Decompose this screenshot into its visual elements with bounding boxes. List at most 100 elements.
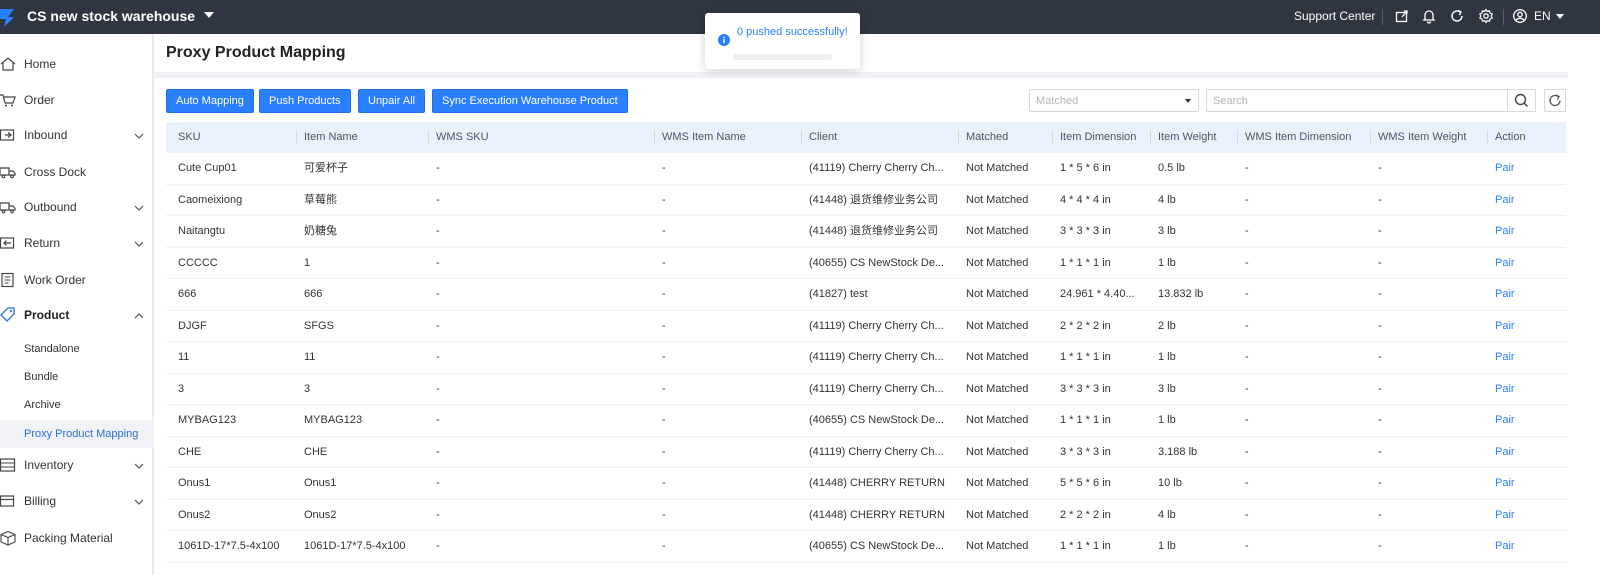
column-divider[interactable] [1052,130,1053,145]
sidebar-item-work-order[interactable]: Work Order [0,264,153,296]
chevron-down-icon[interactable] [134,130,144,140]
cell-item-weight: 2 lb [1158,319,1176,332]
cell-wms-item-name: - [662,193,666,206]
caret-down-icon [1185,99,1191,103]
auto-mapping-button[interactable]: Auto Mapping [166,89,254,113]
cell-matched: Not Matched [966,540,1029,552]
sidebar-subitem-standalone[interactable]: Standalone [0,335,153,363]
caret-down-icon[interactable] [204,12,214,18]
sidebar-item-inventory[interactable]: Inventory [0,449,153,481]
search-icon [1514,93,1529,108]
cell-wms-item-weight: - [1378,319,1382,332]
support-center-link[interactable]: Support Center [1294,9,1375,23]
column-divider[interactable] [958,130,959,145]
column-divider[interactable] [801,130,802,145]
table-header-row: SKU Item Name WMS SKU WMS Item Name Client Ma… [166,122,1566,153]
column-header-wms-item-weight: WMS Item Weight [1378,131,1467,143]
column-divider[interactable] [1150,130,1151,145]
sidebar-item-cross-dock[interactable]: Cross Dock [0,156,153,188]
cell-sku: Onus1 [178,477,211,489]
sync-execution-warehouse-product-button[interactable]: Sync Execution Warehouse Product [432,89,628,113]
pair-link[interactable]: Pair [1495,468,1515,499]
column-divider[interactable] [296,130,297,145]
cell-item-name: Onus1 [304,477,337,489]
pair-link[interactable]: Pair [1495,248,1515,279]
pair-link[interactable]: Pair [1495,374,1515,405]
cell-wms-item-weight: - [1378,193,1382,206]
sidebar-item-order[interactable]: Order [0,84,153,116]
cell-wms-item-dimension: - [1245,256,1249,269]
chevron-down-icon[interactable] [134,202,144,212]
chevron-down-icon[interactable] [134,460,144,470]
cell-matched: Not Matched [966,256,1029,269]
sidebar-subitem-bundle[interactable]: Bundle [0,363,153,391]
column-divider[interactable] [654,130,655,145]
sidebar-item-home[interactable]: Home [0,48,153,80]
column-divider[interactable] [1370,130,1371,145]
matched-filter-select[interactable]: Matched [1029,89,1199,112]
tag-icon [0,307,16,323]
language-selector[interactable]: EN [1534,9,1551,23]
pair-link[interactable]: Pair [1495,279,1515,310]
cell-item-dimension: 1 * 1 * 1 in [1060,414,1111,426]
table-row: MYBAG123 MYBAG123 - - (40655) CS NewStock De… [166,405,1566,437]
cell-wms-item-name: - [662,477,666,489]
cell-wms-item-dimension: - [1245,288,1249,300]
cell-wms-item-weight: - [1378,445,1382,458]
toast-progress-bar [733,54,832,60]
cell-client: (41119) Cherry Cherry Ch... [809,319,944,332]
sidebar-item-inbound[interactable]: Inbound [0,119,153,151]
cell-wms-item-weight: - [1378,288,1382,300]
pair-link[interactable]: Pair [1495,216,1515,247]
bell-icon[interactable] [1421,8,1437,24]
search-button[interactable] [1507,89,1536,112]
search-input[interactable] [1206,89,1508,112]
sidebar: Home Order Inbound Cross Dock Outbound R… [0,34,153,575]
chevron-down-icon[interactable] [134,496,144,506]
pair-link[interactable]: Pair [1495,342,1515,373]
unpair-all-button[interactable]: Unpair All [358,89,426,113]
chevron-down-icon[interactable] [134,238,144,248]
inbound-icon [0,127,16,143]
pair-link[interactable]: Pair [1495,153,1515,184]
cell-client: (40655) CS NewStock De... [809,414,945,426]
cell-wms-sku: - [436,162,440,174]
cell-wms-item-dimension: - [1245,162,1249,174]
push-products-button[interactable]: Push Products [259,89,351,113]
pair-link[interactable]: Pair [1495,405,1515,436]
cell-item-dimension: 2 * 2 * 2 in [1060,508,1111,521]
cell-wms-item-weight: - [1378,225,1382,237]
home-icon [0,56,16,72]
sidebar-item-return[interactable]: Return [0,227,153,259]
vertical-scrollbar[interactable] [1568,34,1600,575]
pair-link[interactable]: Pair [1495,437,1515,468]
export-icon[interactable] [1394,8,1410,24]
sidebar-item-billing[interactable]: Billing [0,485,153,517]
sidebar-item-product[interactable]: Product [0,299,153,331]
settings-icon[interactable] [1478,8,1494,24]
sidebar-item-label: Packing Material [24,531,113,545]
cell-item-weight: 1 lb [1158,414,1176,426]
sidebar-subitem-proxy-product-mapping[interactable]: Proxy Product Mapping [0,420,153,448]
table-row: CCCCC 1 - - (40655) CS NewStock De... Not Mat… [166,248,1566,279]
refresh-icon[interactable] [1449,8,1465,24]
cell-item-dimension: 1 * 1 * 1 in [1060,351,1111,363]
column-divider[interactable] [1237,130,1238,145]
pair-link[interactable]: Pair [1495,531,1515,562]
pair-link[interactable]: Pair [1495,311,1515,342]
sidebar-item-outbound[interactable]: Outbound [0,191,153,223]
chevron-up-icon[interactable] [134,310,144,320]
column-header-wms-item-dimension: WMS Item Dimension [1245,131,1352,143]
warehouse-selector[interactable]: CS new stock warehouse [27,8,195,24]
sidebar-subitem-archive[interactable]: Archive [0,391,153,419]
column-divider[interactable] [428,130,429,145]
pair-link[interactable]: Pair [1495,500,1515,531]
user-icon[interactable] [1512,8,1528,24]
cell-wms-item-name: - [662,382,666,395]
sidebar-item-packing-material[interactable]: Packing Material [0,522,153,554]
column-divider[interactable] [1487,130,1488,145]
caret-down-icon[interactable] [1556,14,1564,19]
cell-item-name: 666 [304,288,323,300]
pair-link[interactable]: Pair [1495,185,1515,216]
table-refresh-button[interactable] [1544,89,1566,112]
